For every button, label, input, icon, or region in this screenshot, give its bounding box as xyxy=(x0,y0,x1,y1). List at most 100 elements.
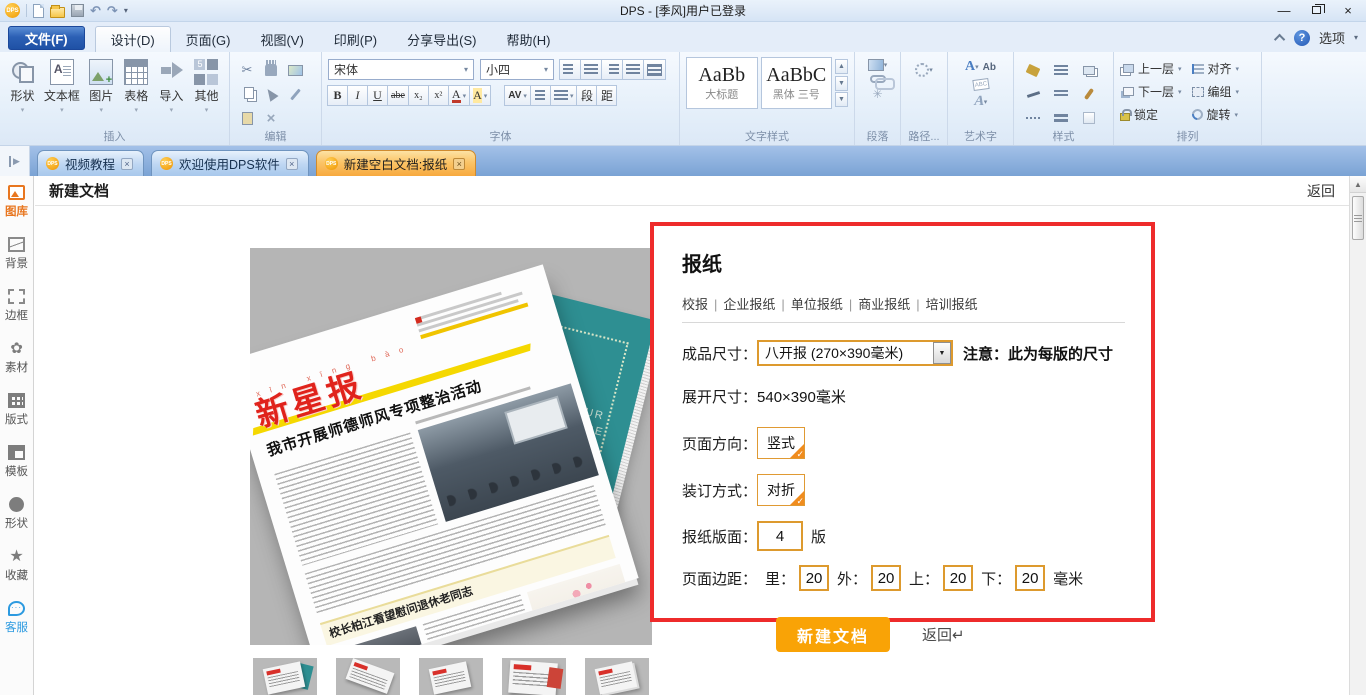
scroll-up-icon[interactable]: ▲ xyxy=(1350,176,1366,193)
tab-view[interactable]: 视图(V) xyxy=(245,26,318,52)
insert-other-button[interactable]: 其他 ▾ xyxy=(190,57,223,114)
help-icon[interactable]: ? xyxy=(1294,30,1310,46)
align-justify-button[interactable] xyxy=(622,59,644,80)
pages-input[interactable] xyxy=(757,521,803,551)
minimize-button[interactable]: — xyxy=(1268,0,1300,20)
new-document-icon[interactable] xyxy=(33,4,44,18)
thumbnail-5[interactable] xyxy=(585,658,649,695)
sidebar-expander[interactable]: ▶ xyxy=(0,146,30,176)
doc-tab-welcome[interactable]: DPS 欢迎使用DPS软件 × xyxy=(151,150,309,176)
thumbnail-3[interactable] xyxy=(419,658,483,695)
doc-tab-new-newspaper[interactable]: DPS 新建空白文档:报纸 × xyxy=(316,150,476,176)
sidebar-item-gallery[interactable]: 图库 xyxy=(0,176,33,228)
text-direction-button[interactable] xyxy=(643,59,666,80)
paste-icon[interactable] xyxy=(236,107,258,129)
tag-training[interactable]: 培训报纸 xyxy=(926,297,978,312)
doc-tab-video-tutorial[interactable]: DPS 视频教程 × xyxy=(37,150,144,176)
insert-shape-button[interactable]: 形状 ▾ xyxy=(6,57,39,114)
close-tab-icon[interactable]: × xyxy=(121,158,133,170)
finished-size-select[interactable]: 八开报 (270×390毫米) ▼ xyxy=(757,340,953,366)
tag-business[interactable]: 商业报纸 xyxy=(858,297,910,312)
orientation-button[interactable]: 竖式 ✓ xyxy=(757,427,805,459)
spacing-settings-button[interactable]: 距 xyxy=(596,85,617,106)
fill-color-icon[interactable] xyxy=(1020,59,1046,81)
path-gear-icon[interactable]: ▾ xyxy=(915,63,933,77)
open-file-icon[interactable] xyxy=(50,7,65,18)
line-spacing-button[interactable] xyxy=(530,85,551,106)
thumbnail-2[interactable] xyxy=(336,658,400,695)
send-backward-button[interactable]: 下一层▾ xyxy=(1120,83,1182,100)
align-left-button[interactable] xyxy=(559,59,581,80)
copy-icon[interactable] xyxy=(236,83,258,105)
line-weight-icon[interactable] xyxy=(1048,107,1074,129)
bold-button[interactable]: B xyxy=(327,85,348,106)
tab-share-export[interactable]: 分享导出(S) xyxy=(392,26,491,52)
delete-icon[interactable]: × xyxy=(260,107,282,129)
select-cursor-icon[interactable] xyxy=(260,83,282,105)
strikethrough-button[interactable]: abe xyxy=(387,85,409,106)
tab-page[interactable]: 页面(G) xyxy=(171,26,246,52)
margin-outer-input[interactable] xyxy=(871,565,901,591)
margin-inner-input[interactable] xyxy=(799,565,829,591)
text-effect-icon[interactable]: A▾ xyxy=(954,94,1007,110)
tab-file[interactable]: 文件(F) xyxy=(8,26,85,50)
margin-top-input[interactable] xyxy=(943,565,973,591)
sidebar-item-layout[interactable]: 版式 xyxy=(0,384,33,436)
underline-button[interactable]: U xyxy=(367,85,388,106)
seal-abc-icon[interactable]: ABC xyxy=(954,79,1007,90)
lock-button[interactable]: 锁定 xyxy=(1120,106,1182,123)
line-color-icon[interactable] xyxy=(1020,83,1046,105)
sidebar-item-material[interactable]: ✿ 素材 xyxy=(0,332,33,384)
link-icon[interactable] xyxy=(861,75,894,83)
sidebar-item-border[interactable]: 边框 xyxy=(0,280,33,332)
collapse-ribbon-icon[interactable] xyxy=(1274,33,1285,44)
bring-forward-button[interactable]: 上一层▾ xyxy=(1120,60,1182,77)
qat-customize-caret-icon[interactable]: ▾ xyxy=(124,6,128,15)
paragraph-settings-button[interactable]: 段 xyxy=(576,85,597,106)
wordart-icon[interactable]: A▾Ab xyxy=(954,59,1007,75)
insert-picture-button[interactable]: 图片 ▾ xyxy=(85,57,118,114)
restore-button[interactable] xyxy=(1300,0,1332,20)
insert-textbox-button[interactable]: 文本框 ▾ xyxy=(41,57,83,114)
thumbnail-1[interactable] xyxy=(253,658,317,695)
copy-style-icon[interactable] xyxy=(1076,59,1102,81)
scrollbar-thumb[interactable] xyxy=(1352,196,1364,240)
replace-image-icon[interactable] xyxy=(284,59,306,81)
panel-return-link[interactable]: 返回↵ xyxy=(922,624,965,645)
sidebar-item-favorites[interactable]: ★ 收藏 xyxy=(0,540,33,592)
align-center-button[interactable] xyxy=(580,59,602,80)
highlight-color-button[interactable]: A▾ xyxy=(469,85,491,106)
tag-enterprise[interactable]: 企业报纸 xyxy=(723,297,775,312)
gallery-down-button[interactable]: ▼ xyxy=(835,76,848,91)
back-link[interactable]: 返回 xyxy=(1307,181,1335,201)
align-right-button[interactable] xyxy=(601,59,623,80)
arrow-style-icon[interactable] xyxy=(1048,83,1074,105)
font-color-button[interactable]: A▾ xyxy=(448,85,470,106)
gallery-up-button[interactable]: ▲ xyxy=(835,59,848,74)
sidebar-item-background[interactable]: 背景 xyxy=(0,228,33,280)
font-size-select[interactable]: 小四 ▾ xyxy=(480,59,554,80)
indent-arrows-icon[interactable] xyxy=(1048,59,1074,81)
close-button[interactable]: × xyxy=(1332,0,1364,20)
dropdown-arrow-icon[interactable]: ▼ xyxy=(933,342,951,364)
pan-hand-icon[interactable] xyxy=(260,59,282,81)
superscript-button[interactable]: x² xyxy=(428,85,449,106)
text-style-item[interactable]: AaBb 大标题 xyxy=(686,57,758,109)
tag-school[interactable]: 校报 xyxy=(682,297,708,312)
gallery-more-button[interactable]: ▼ xyxy=(835,92,848,107)
sidebar-item-service[interactable]: ··· 客服 xyxy=(0,592,33,644)
tab-print[interactable]: 印刷(P) xyxy=(319,26,392,52)
margin-bottom-input[interactable] xyxy=(1015,565,1045,591)
insert-table-button[interactable]: 表格 ▾ xyxy=(120,57,153,114)
group-button[interactable]: 编组▾ xyxy=(1192,83,1240,100)
text-style-item[interactable]: AaBbC 黑体 三号 xyxy=(761,57,833,109)
tab-design[interactable]: 设计(D) xyxy=(95,26,171,52)
close-tab-icon[interactable]: × xyxy=(453,158,465,170)
subscript-button[interactable]: x₂ xyxy=(408,85,429,106)
text-wrap-icon[interactable]: ▾ xyxy=(861,59,894,71)
columns-button[interactable]: ▾ xyxy=(550,85,578,106)
tab-help[interactable]: 帮助(H) xyxy=(491,26,565,52)
save-icon[interactable] xyxy=(71,4,84,17)
vertical-scrollbar[interactable]: ▲ xyxy=(1349,176,1366,695)
char-spacing-button[interactable]: AV▾ xyxy=(504,85,531,106)
